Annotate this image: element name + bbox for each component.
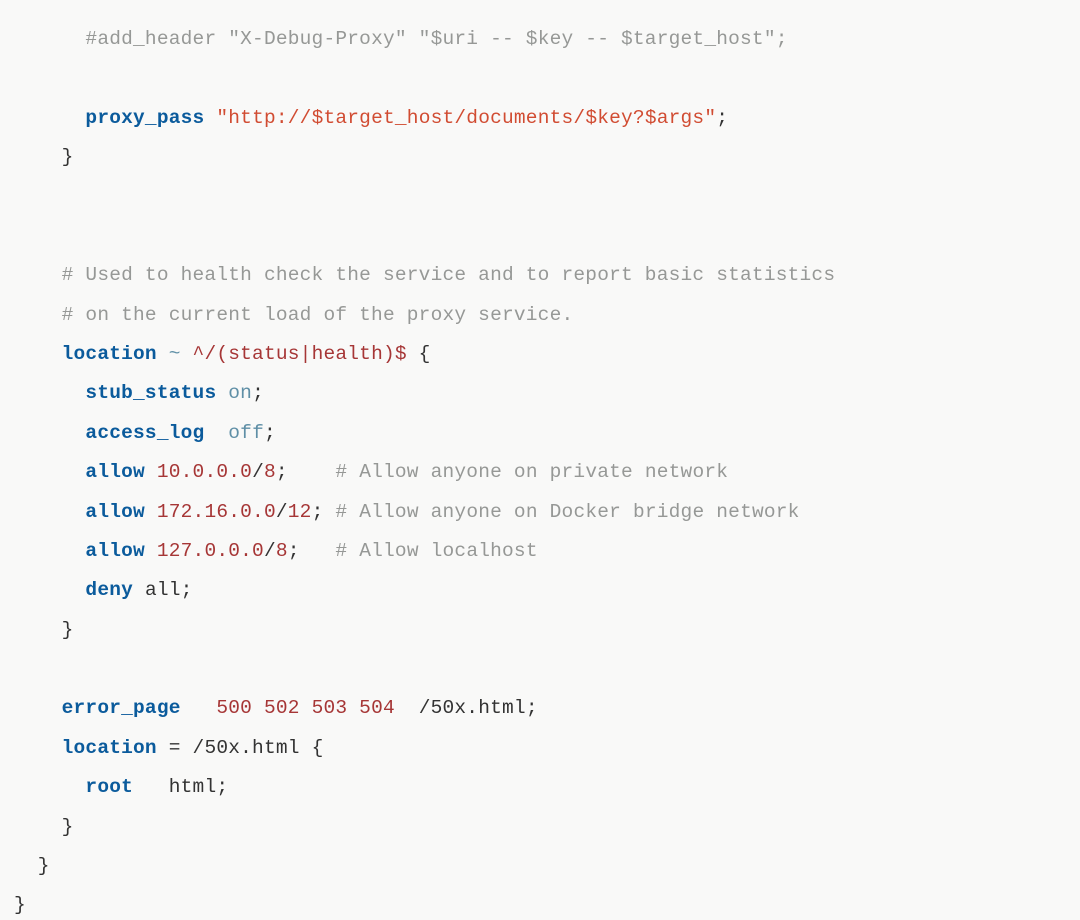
close-brace: } [14, 619, 74, 641]
keyword-stub-status: stub_status [85, 382, 216, 404]
ip-address: 10.0.0.0 [157, 461, 252, 483]
code-comment: # Allow localhost [335, 540, 537, 562]
semicolon: ; [716, 107, 728, 129]
code-comment: # Allow anyone on private network [335, 461, 728, 483]
http-codes: 500 502 503 504 [216, 697, 395, 719]
string-literal: "http://$target_host/documents/$key?$arg… [216, 107, 716, 129]
tilde-operator: ~ [169, 343, 181, 365]
slash: / [252, 461, 264, 483]
keyword-allow: allow [85, 501, 145, 523]
file-path: /50x.html [419, 697, 526, 719]
code-comment: # Allow anyone on Docker bridge network [335, 501, 799, 523]
nginx-config-code-block: #add_header "X-Debug-Proxy" "$uri -- $ke… [0, 0, 1080, 920]
keyword-root: root [85, 776, 133, 798]
semicolon: ; [252, 382, 264, 404]
open-brace: { [407, 343, 431, 365]
value-on: on [228, 382, 252, 404]
slash: / [264, 540, 276, 562]
close-brace: } [14, 816, 74, 838]
semicolon: ; [264, 422, 276, 444]
open-brace: { [300, 737, 324, 759]
code-comment: #add_header "X-Debug-Proxy" "$uri -- $ke… [85, 28, 787, 50]
close-brace: } [14, 855, 50, 877]
keyword-access-log: access_log [85, 422, 204, 444]
keyword-deny: deny [85, 579, 133, 601]
close-brace: } [14, 894, 26, 916]
semicolon: ; [181, 579, 193, 601]
ip-address: 127.0.0.0 [157, 540, 264, 562]
equals-operator: = [169, 737, 181, 759]
semicolon: ; [216, 776, 228, 798]
regex-literal: ^/(status|health)$ [193, 343, 407, 365]
slash: / [276, 501, 288, 523]
cidr-mask: 12 [288, 501, 312, 523]
value-html: html [169, 776, 217, 798]
keyword-location: location [62, 737, 157, 759]
keyword-proxy-pass: proxy_pass [85, 107, 204, 129]
keyword-location: location [62, 343, 157, 365]
keyword-error-page: error_page [62, 697, 181, 719]
ip-address: 172.16.0.0 [157, 501, 276, 523]
keyword-allow: allow [85, 461, 145, 483]
semicolon: ; [312, 501, 324, 523]
keyword-allow: allow [85, 540, 145, 562]
semicolon: ; [288, 540, 300, 562]
value-off: off [228, 422, 264, 444]
semicolon: ; [276, 461, 288, 483]
cidr-mask: 8 [276, 540, 288, 562]
close-brace: } [14, 146, 74, 168]
value-all: all [145, 579, 181, 601]
file-path: /50x.html [193, 737, 300, 759]
code-comment: # Used to health check the service and t… [62, 264, 836, 286]
semicolon: ; [526, 697, 538, 719]
cidr-mask: 8 [264, 461, 276, 483]
code-comment: # on the current load of the proxy servi… [62, 304, 574, 326]
